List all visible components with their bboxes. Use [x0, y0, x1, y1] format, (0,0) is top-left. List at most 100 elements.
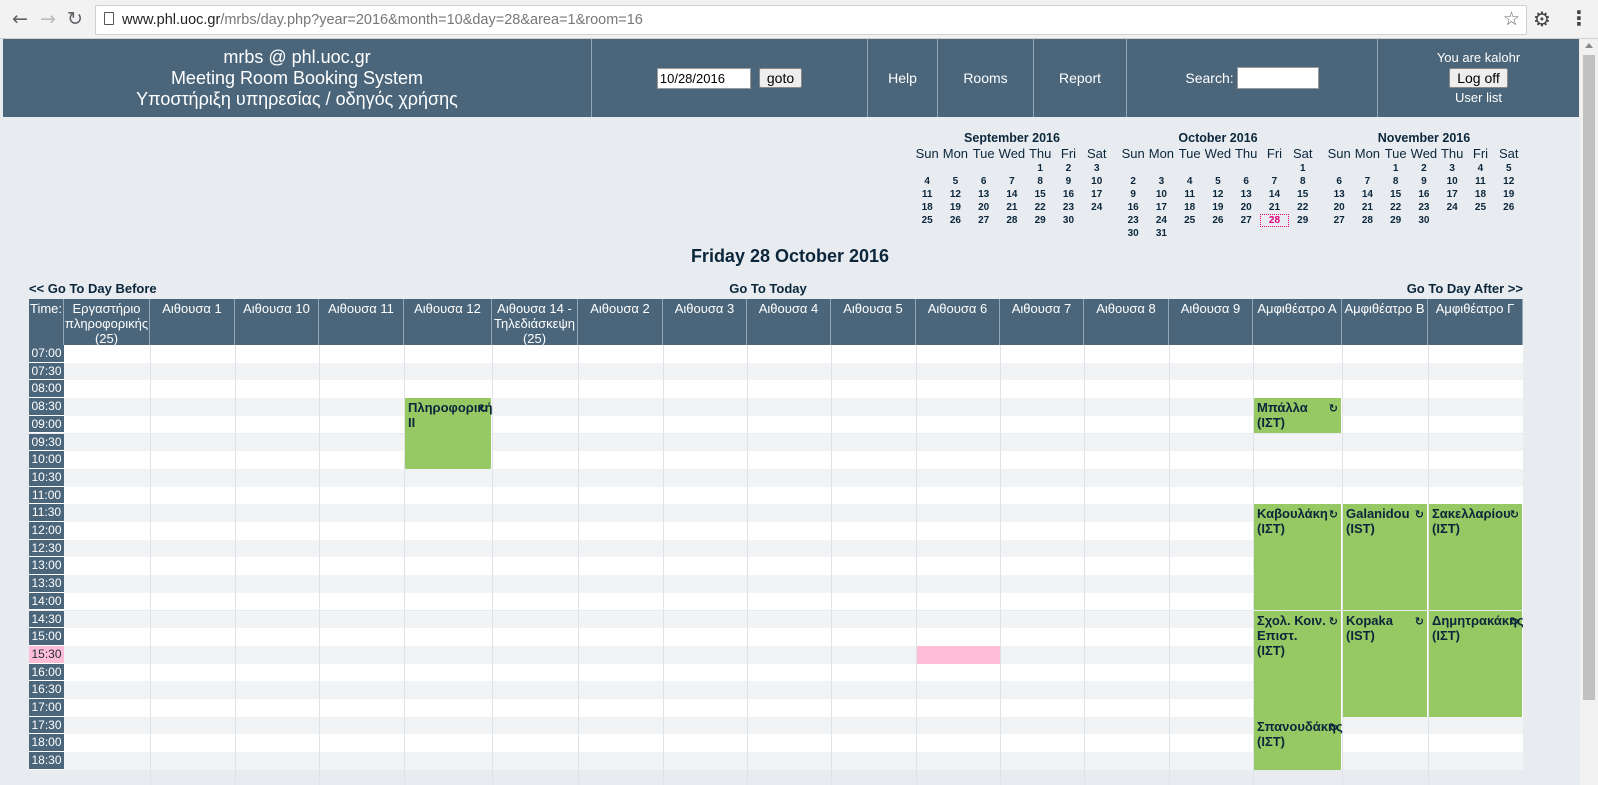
scrollbar-thumb[interactable]	[1583, 55, 1595, 700]
rooms-link[interactable]: Rooms	[963, 70, 1007, 86]
kebab-menu-icon[interactable]: ⋮	[1569, 6, 1589, 30]
time-label[interactable]: 08:00	[29, 380, 64, 399]
logoff-button[interactable]: Log off	[1449, 68, 1508, 88]
booking-label[interactable]: Galanidou (IST)	[1346, 506, 1424, 536]
room-header[interactable]: Αιθουσα 2	[578, 299, 663, 345]
calendar-day[interactable]: 19	[941, 201, 969, 214]
calendar-day[interactable]: 9	[1119, 188, 1147, 201]
room-header[interactable]: Αιθουσα 5	[831, 299, 916, 345]
calendar-day[interactable]: 2	[1054, 162, 1082, 175]
calendar-day[interactable]: 13	[970, 188, 998, 201]
time-label[interactable]: 09:00	[29, 415, 64, 434]
date-input[interactable]	[656, 67, 751, 89]
booking-entry[interactable]: Σπανουδάκης (ΙΣΤ) ↻	[1254, 716, 1343, 770]
room-header[interactable]: Αμφιθέατρο Α	[1253, 299, 1342, 345]
calendar-day[interactable]: 13	[1232, 188, 1260, 201]
calendar-day[interactable]: 14	[1353, 188, 1381, 201]
booking-label[interactable]: Καβουλάκη (ΙΣΤ)	[1257, 506, 1338, 536]
calendar-day[interactable]: 6	[1325, 175, 1353, 188]
room-header[interactable]: Αιθουσα 9	[1169, 299, 1253, 345]
calendar-day[interactable]: 30	[1054, 214, 1082, 227]
calendar-day[interactable]: 23	[1119, 214, 1147, 227]
booking-label[interactable]: Kopaka (IST)	[1346, 613, 1424, 643]
time-label[interactable]: 18:30	[29, 752, 64, 770]
time-label[interactable]: 09:30	[29, 433, 64, 452]
calendar-day[interactable]: 16	[1119, 201, 1147, 214]
booking-label[interactable]: Σακελλαρίου (ΙΣΤ)	[1432, 506, 1519, 536]
calendar-day[interactable]: 21	[1260, 201, 1288, 214]
room-header[interactable]: Αμφιθέατρο Γ	[1428, 299, 1523, 345]
calendar-day[interactable]: 5	[941, 175, 969, 188]
time-label[interactable]: 07:30	[29, 362, 64, 381]
booking-entry[interactable]: Μπάλλα (ΙΣΤ) ↻	[1254, 398, 1342, 434]
next-day-link[interactable]: Go To Day After >>	[1407, 281, 1523, 296]
calendar-day[interactable]: 28	[1260, 214, 1289, 227]
goto-button[interactable]: goto	[758, 68, 803, 88]
calendar-day[interactable]: 15	[1289, 188, 1317, 201]
calendar-day[interactable]: 13	[1325, 188, 1353, 201]
scroll-up-icon[interactable]	[1585, 43, 1593, 48]
calendar-day[interactable]: 28	[1353, 214, 1381, 227]
time-label[interactable]: 13:00	[29, 557, 64, 576]
search-input[interactable]	[1236, 67, 1319, 89]
calendar-day[interactable]: 2	[1119, 175, 1147, 188]
calendar-day[interactable]: 26	[1495, 201, 1523, 214]
calendar-day[interactable]: 30	[1410, 214, 1438, 227]
calendar-day[interactable]: 1	[1382, 162, 1410, 175]
calendar-day[interactable]: 19	[1204, 201, 1232, 214]
report-link[interactable]: Report	[1059, 70, 1101, 86]
time-label[interactable]: 15:00	[29, 628, 64, 646]
calendar-day[interactable]: 5	[1495, 162, 1523, 175]
calendar-day[interactable]: 8	[1026, 175, 1054, 188]
calendar-day[interactable]: 20	[970, 201, 998, 214]
calendar-day[interactable]: 12	[941, 188, 969, 201]
calendar-day[interactable]: 22	[1289, 201, 1317, 214]
room-header[interactable]: Αιθουσα 7	[1000, 299, 1084, 345]
room-header[interactable]: Αιθουσα 3	[663, 299, 747, 345]
calendar-day[interactable]: 10	[1083, 175, 1111, 188]
time-label[interactable]: 12:00	[29, 522, 64, 540]
calendar-day[interactable]: 8	[1289, 175, 1317, 188]
reload-icon[interactable]: ↻	[63, 7, 87, 31]
calendar-day[interactable]: 29	[1289, 214, 1317, 227]
time-label[interactable]: 10:30	[29, 468, 64, 487]
calendar-day[interactable]: 11	[1466, 175, 1494, 188]
time-label[interactable]: 17:00	[29, 699, 64, 717]
calendar-day[interactable]: 1	[1026, 162, 1054, 175]
calendar-day[interactable]: 12	[1204, 188, 1232, 201]
time-label[interactable]: 11:00	[29, 486, 64, 505]
room-header[interactable]: Αιθουσα 8	[1084, 299, 1169, 345]
room-header[interactable]: Αιθουσα 6	[916, 299, 1000, 345]
room-header[interactable]: Αμφιθέατρο Β	[1342, 299, 1428, 345]
calendar-day[interactable]: 3	[1147, 175, 1175, 188]
calendar-day[interactable]: 7	[1353, 175, 1381, 188]
time-label[interactable]: 07:00	[29, 345, 64, 363]
back-arrow-icon[interactable]: ←	[8, 7, 32, 31]
user-list-link[interactable]: User list	[1455, 90, 1502, 106]
calendar-day[interactable]: 29	[1382, 214, 1410, 227]
time-label[interactable]: 16:30	[29, 681, 64, 699]
calendar-day[interactable]: 6	[970, 175, 998, 188]
calendar-day[interactable]: 1	[1289, 162, 1317, 175]
booking-entry[interactable]: Σακελλαρίου (ΙΣΤ) ↻	[1429, 504, 1523, 611]
calendar-day[interactable]: 26	[941, 214, 969, 227]
calendar-day[interactable]: 4	[1466, 162, 1494, 175]
calendar-day[interactable]: 16	[1054, 188, 1082, 201]
calendar-day[interactable]: 22	[1026, 201, 1054, 214]
booking-label[interactable]: Μπάλλα (ΙΣΤ)	[1257, 400, 1338, 430]
calendar-day[interactable]: 3	[1438, 162, 1466, 175]
calendar-day[interactable]: 17	[1438, 188, 1466, 201]
help-link[interactable]: Help	[888, 70, 917, 86]
address-bar[interactable]: www.phl.uoc.gr/mrbs/day.php?year=2016&mo…	[95, 5, 1527, 35]
time-label[interactable]: 08:30	[29, 398, 64, 416]
calendar-day[interactable]: 4	[1176, 175, 1204, 188]
calendar-day[interactable]: 8	[1382, 175, 1410, 188]
page-scrollbar[interactable]	[1580, 39, 1598, 785]
calendar-day[interactable]: 23	[1054, 201, 1082, 214]
room-header[interactable]: Εργαστήριο πληροφορικής (25)	[64, 299, 150, 346]
system-name[interactable]: Meeting Room Booking System	[171, 68, 423, 89]
calendar-day[interactable]: 14	[1260, 188, 1288, 201]
star-icon[interactable]: ☆	[1503, 8, 1520, 30]
room-header[interactable]: Αιθουσα 14 - Τηλεδιάσκεψη (25)	[492, 299, 578, 346]
gear-icon[interactable]: ⚙	[1533, 7, 1551, 31]
